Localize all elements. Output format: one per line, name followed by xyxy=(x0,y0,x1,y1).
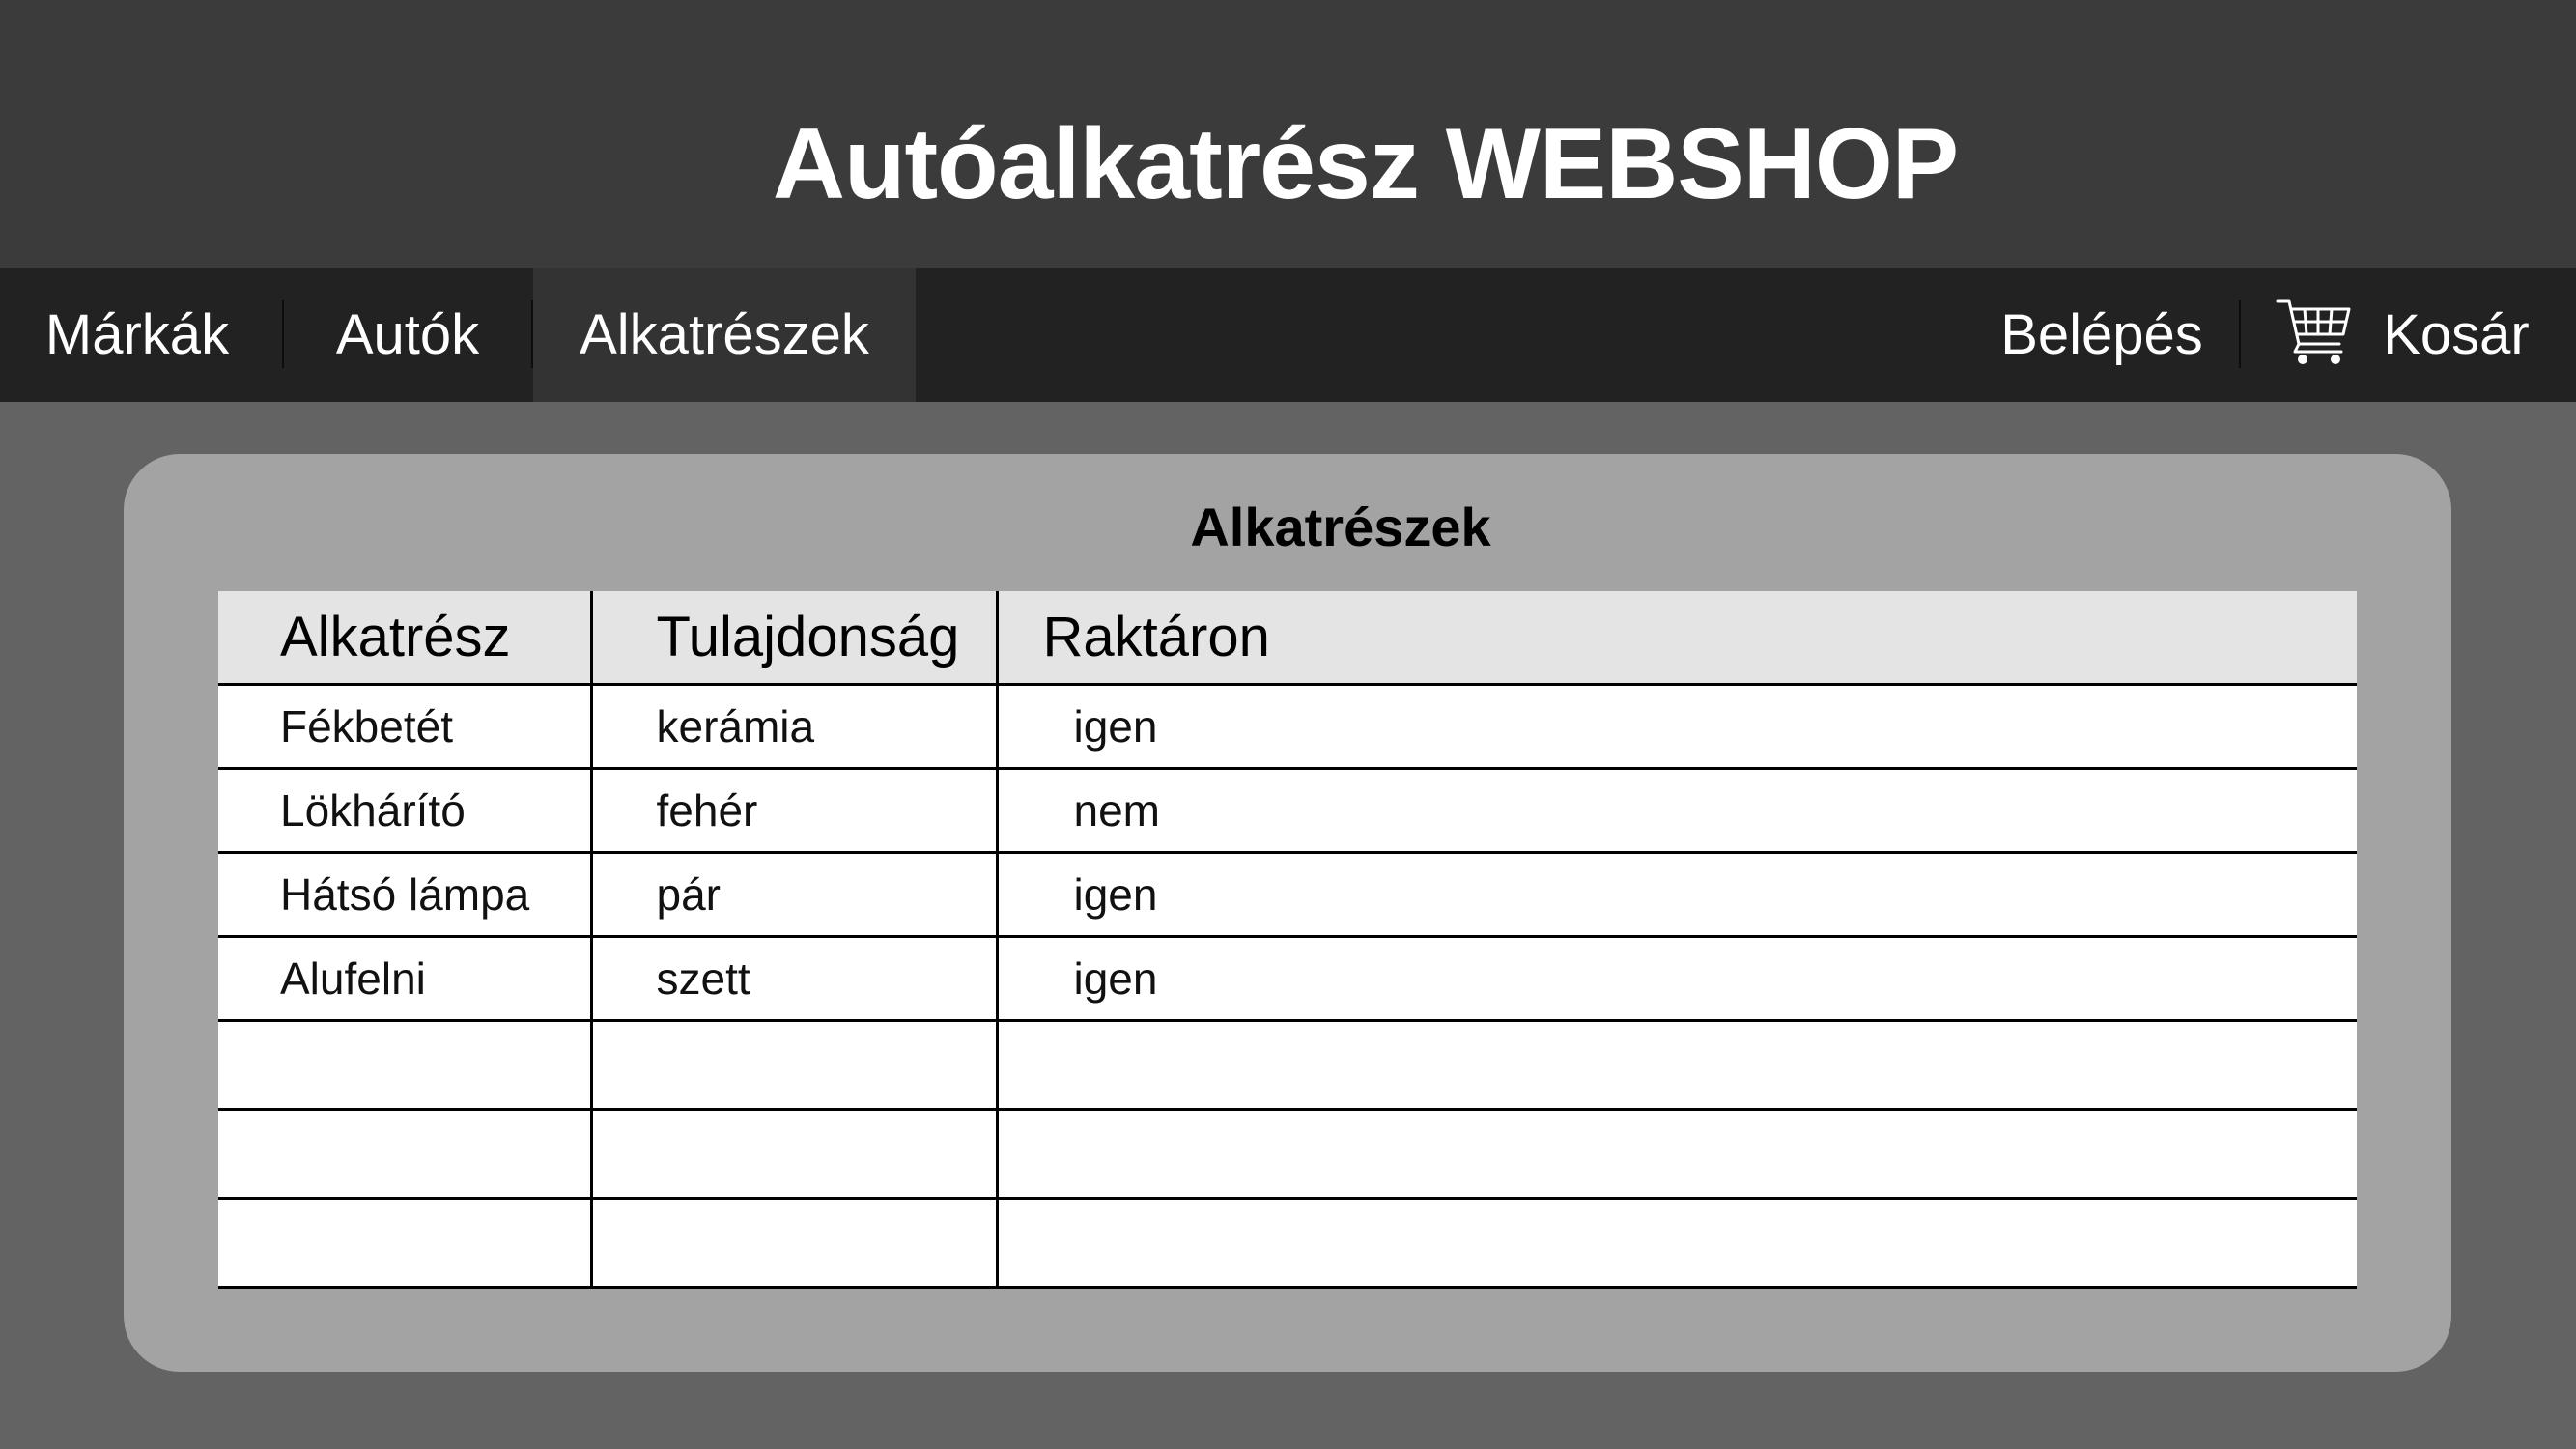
main-navbar: Márkák Autók Alkatrészek Belépés Kosár xyxy=(0,268,2576,402)
table-header-row: Alkatrész Tulajdonság Raktáron xyxy=(218,591,2357,686)
cell-in-stock: igen xyxy=(995,852,2357,938)
cell-empty xyxy=(589,1020,997,1111)
cell-empty xyxy=(995,1020,2357,1111)
nav-divider xyxy=(282,300,284,368)
cell-in-stock: nem xyxy=(995,768,2357,854)
site-header: Autóalkatrész WEBSHOP xyxy=(0,0,2576,268)
cell-empty xyxy=(589,1198,997,1289)
cell-property: fehér xyxy=(589,768,997,854)
parts-panel: Alkatrészek Alkatrész Tulajdonság Raktár… xyxy=(124,454,2451,1372)
cell-empty xyxy=(995,1198,2357,1289)
cart-link[interactable]: Kosár xyxy=(2364,268,2548,402)
nav-item-brands[interactable]: Márkák xyxy=(0,268,274,402)
table-row-empty xyxy=(218,1198,2357,1289)
table-row-empty xyxy=(218,1020,2357,1111)
cell-in-stock: igen xyxy=(995,684,2357,770)
cell-empty xyxy=(218,1109,591,1200)
cell-property: kerámia xyxy=(589,684,997,770)
cell-part: Lökhárító xyxy=(218,768,591,854)
table-row: Alufelni szett igen xyxy=(218,936,2357,1022)
table-row: Fékbetét kerámia igen xyxy=(218,684,2357,770)
cell-part: Fékbetét xyxy=(218,684,591,770)
shopping-cart-icon[interactable] xyxy=(2276,294,2353,371)
cell-in-stock: igen xyxy=(995,936,2357,1022)
cell-part: Alufelni xyxy=(218,936,591,1022)
table-row: Lökhárító fehér nem xyxy=(218,768,2357,854)
nav-item-parts[interactable]: Alkatrészek xyxy=(533,268,916,402)
site-title: Autóalkatrész WEBSHOP xyxy=(772,108,1959,220)
column-header-property: Tulajdonság xyxy=(589,591,997,686)
panel-title: Alkatrészek xyxy=(1190,497,1491,557)
cell-property: pár xyxy=(589,852,997,938)
table-row: Hátsó lámpa pár igen xyxy=(218,852,2357,938)
cell-part: Hátsó lámpa xyxy=(218,852,591,938)
column-header-in-stock: Raktáron xyxy=(995,591,2357,686)
nav-divider xyxy=(2239,300,2241,368)
cell-empty xyxy=(589,1109,997,1200)
cell-empty xyxy=(218,1020,591,1111)
parts-table: Alkatrész Tulajdonság Raktáron Fékbetét … xyxy=(218,591,2357,1289)
cell-empty xyxy=(218,1198,591,1289)
column-header-part: Alkatrész xyxy=(218,591,591,686)
cell-property: szett xyxy=(589,936,997,1022)
nav-item-cars[interactable]: Autók xyxy=(286,268,529,402)
login-link[interactable]: Belépés xyxy=(1982,268,2222,402)
cell-empty xyxy=(995,1109,2357,1200)
table-row-empty xyxy=(218,1109,2357,1200)
